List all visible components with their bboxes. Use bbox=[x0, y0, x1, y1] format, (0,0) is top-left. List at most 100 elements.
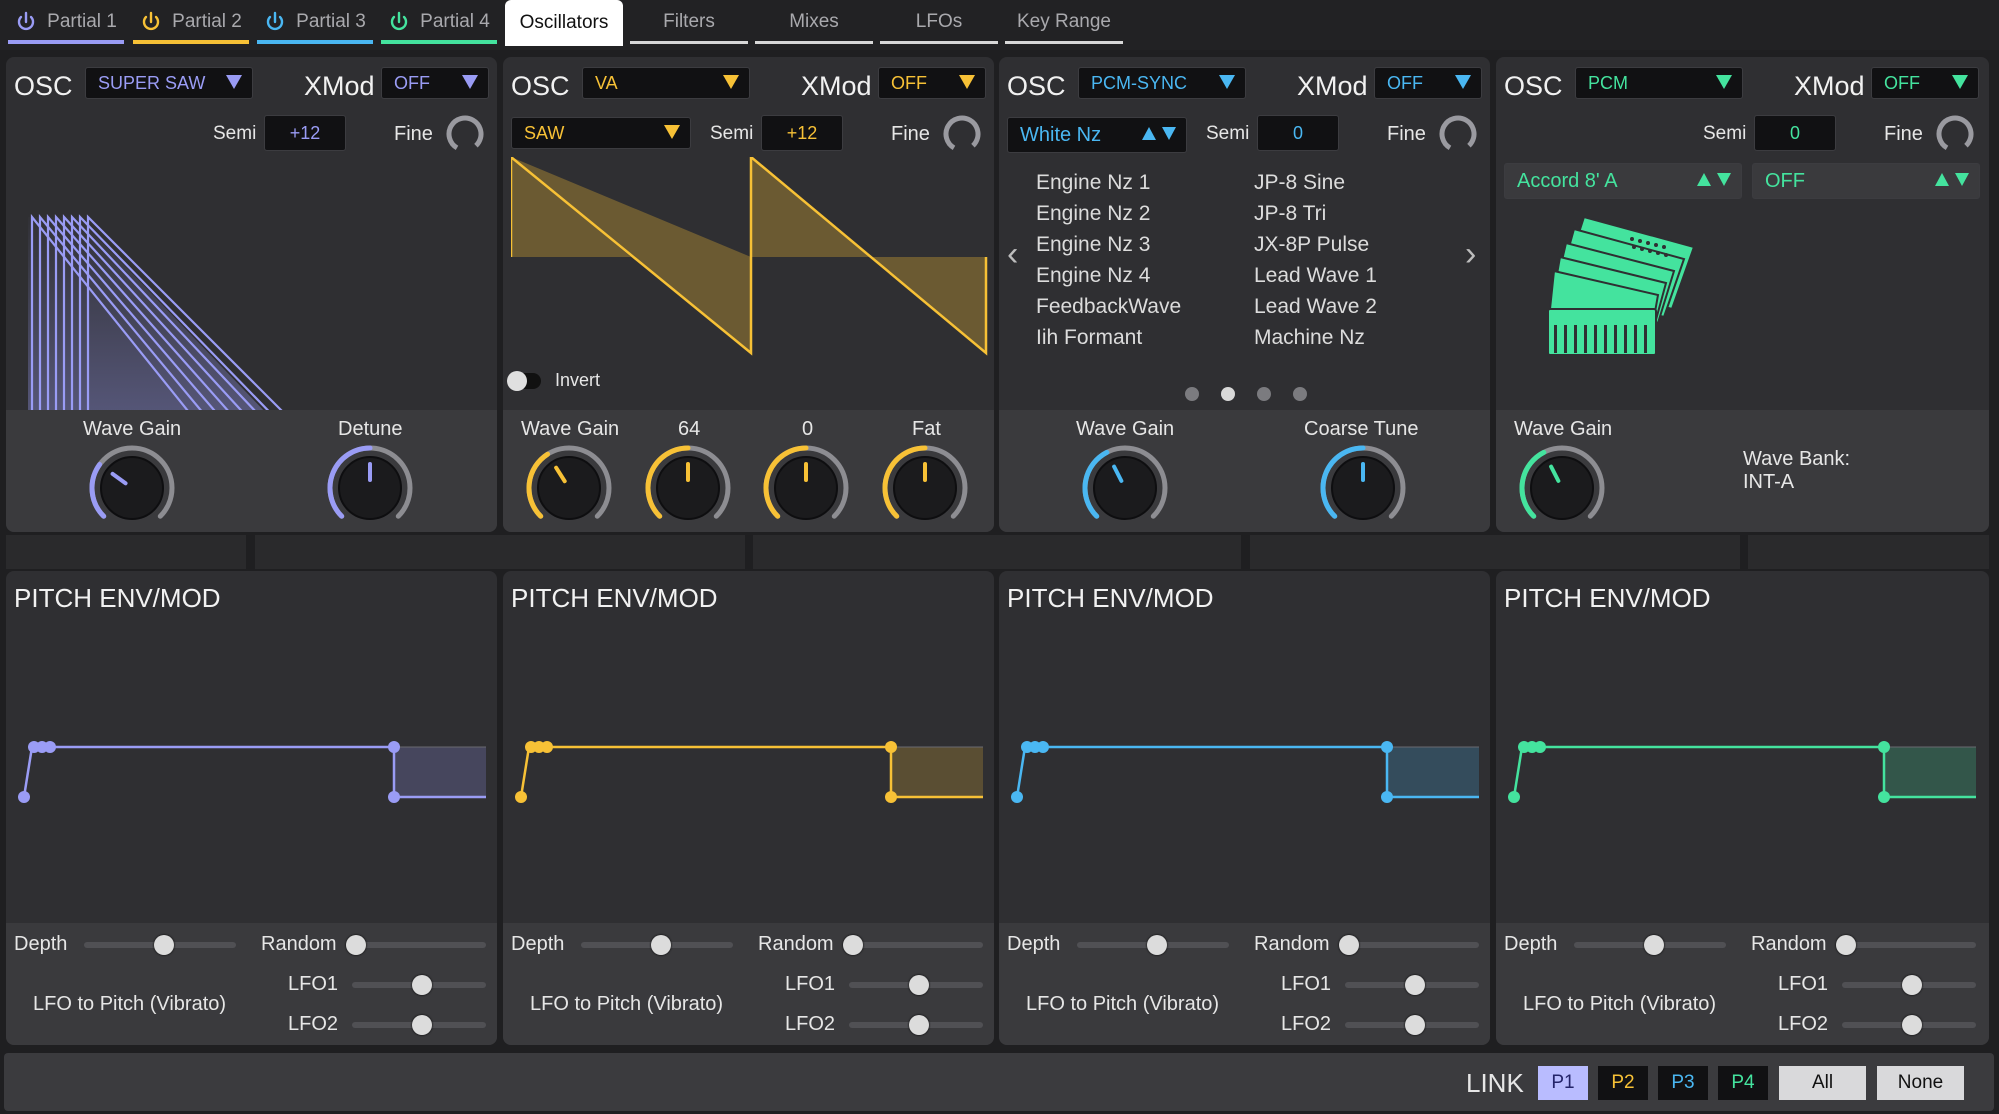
osc-type-dropdown[interactable]: PCM bbox=[1575, 67, 1743, 99]
slider-thumb[interactable] bbox=[346, 935, 366, 955]
osc-type-dropdown[interactable]: SUPER SAW bbox=[85, 67, 253, 99]
wave-item[interactable]: JX-8P Pulse bbox=[1254, 229, 1377, 260]
lfo1-slider[interactable] bbox=[849, 975, 983, 995]
tab-partial-1[interactable]: Partial 1 bbox=[8, 0, 124, 44]
pwm-knob[interactable] bbox=[640, 440, 736, 532]
slider-thumb[interactable] bbox=[650, 935, 671, 955]
tab-mixes[interactable]: Mixes bbox=[755, 0, 873, 44]
detune-knob[interactable] bbox=[322, 440, 418, 532]
semi-value[interactable]: +12 bbox=[264, 115, 346, 151]
power-icon[interactable] bbox=[15, 11, 37, 33]
page-dot[interactable] bbox=[1185, 387, 1199, 401]
xmod-dropdown[interactable]: OFF bbox=[381, 67, 489, 99]
slider-thumb[interactable] bbox=[153, 935, 174, 955]
pulse-width-knob[interactable] bbox=[758, 440, 854, 532]
link-p4-button[interactable]: P4 bbox=[1718, 1066, 1768, 1100]
slider-thumb[interactable] bbox=[1902, 1015, 1923, 1035]
slider-thumb[interactable] bbox=[909, 975, 930, 995]
depth-slider[interactable] bbox=[1077, 935, 1229, 955]
wave-item[interactable]: FeedbackWave bbox=[1036, 291, 1181, 322]
slider-thumb[interactable] bbox=[412, 975, 433, 995]
chevron-right-icon[interactable]: › bbox=[1465, 235, 1476, 274]
lfo2-slider[interactable] bbox=[1345, 1015, 1479, 1035]
tab-partial-3[interactable]: Partial 3 bbox=[257, 0, 373, 44]
wave-item[interactable]: Engine Nz 2 bbox=[1036, 198, 1181, 229]
semi-value[interactable]: 0 bbox=[1257, 115, 1339, 151]
slider-thumb[interactable] bbox=[1405, 1015, 1426, 1035]
fine-knob[interactable] bbox=[1438, 114, 1478, 154]
page-dot[interactable] bbox=[1293, 387, 1307, 401]
power-icon[interactable] bbox=[388, 11, 410, 33]
fine-knob[interactable] bbox=[1935, 114, 1975, 154]
depth-slider[interactable] bbox=[1574, 935, 1726, 955]
slider-thumb[interactable] bbox=[843, 935, 863, 955]
power-icon[interactable] bbox=[264, 11, 286, 33]
fine-knob[interactable] bbox=[942, 114, 982, 154]
tab-filters[interactable]: Filters bbox=[630, 0, 748, 44]
tab-key-range[interactable]: Key Range bbox=[1005, 0, 1123, 44]
slider-thumb[interactable] bbox=[1836, 935, 1856, 955]
link-none-button[interactable]: None bbox=[1877, 1066, 1964, 1100]
wave-b-select[interactable]: OFF bbox=[1752, 163, 1980, 199]
wave-down-icon[interactable] bbox=[1717, 173, 1731, 186]
wave-item[interactable]: JP-8 Sine bbox=[1254, 167, 1377, 198]
page-dot[interactable] bbox=[1257, 387, 1271, 401]
slider-thumb[interactable] bbox=[1405, 975, 1426, 995]
slider-thumb[interactable] bbox=[412, 1015, 433, 1035]
tab-lfos[interactable]: LFOs bbox=[880, 0, 998, 44]
lfo2-slider[interactable] bbox=[849, 1015, 983, 1035]
lfo1-slider[interactable] bbox=[1345, 975, 1479, 995]
random-slider[interactable] bbox=[1836, 935, 1976, 955]
semi-value[interactable]: +12 bbox=[761, 115, 843, 151]
wave-up-icon[interactable] bbox=[1935, 173, 1949, 186]
wave-item[interactable]: Engine Nz 4 bbox=[1036, 260, 1181, 291]
tab-oscillators[interactable]: Oscillators bbox=[505, 0, 623, 46]
wave-up-icon[interactable] bbox=[1697, 173, 1711, 186]
slider-thumb[interactable] bbox=[1902, 975, 1923, 995]
link-p3-button[interactable]: P3 bbox=[1658, 1066, 1708, 1100]
wave-item[interactable]: Lead Wave 1 bbox=[1254, 260, 1377, 291]
random-slider[interactable] bbox=[843, 935, 983, 955]
page-dot-active[interactable] bbox=[1221, 387, 1235, 401]
power-icon[interactable] bbox=[140, 11, 162, 33]
depth-slider[interactable] bbox=[84, 935, 236, 955]
wave-dropdown[interactable]: SAW bbox=[511, 117, 691, 149]
lfo1-slider[interactable] bbox=[1842, 975, 1976, 995]
wave-a-select[interactable]: Accord 8' A bbox=[1504, 163, 1742, 199]
slider-thumb[interactable] bbox=[909, 1015, 930, 1035]
wave-up-icon[interactable] bbox=[1142, 127, 1156, 140]
slider-thumb[interactable] bbox=[1146, 935, 1167, 955]
wave-item[interactable]: Engine Nz 1 bbox=[1036, 167, 1181, 198]
osc-type-dropdown[interactable]: VA bbox=[582, 67, 750, 99]
tab-partial-2[interactable]: Partial 2 bbox=[133, 0, 249, 44]
wave-item[interactable]: Lead Wave 2 bbox=[1254, 291, 1377, 322]
xmod-dropdown[interactable]: OFF bbox=[1871, 67, 1979, 99]
depth-slider[interactable] bbox=[581, 935, 733, 955]
wave-item[interactable]: Engine Nz 3 bbox=[1036, 229, 1181, 260]
fat-knob[interactable] bbox=[877, 440, 973, 532]
lfo1-slider[interactable] bbox=[352, 975, 486, 995]
link-p2-button[interactable]: P2 bbox=[1598, 1066, 1648, 1100]
wave-gain-knob[interactable] bbox=[1077, 440, 1173, 532]
chevron-left-icon[interactable]: ‹ bbox=[1007, 235, 1018, 274]
fine-knob[interactable] bbox=[445, 114, 485, 154]
xmod-dropdown[interactable]: OFF bbox=[1374, 67, 1482, 99]
wave-item[interactable]: JP-8 Tri bbox=[1254, 198, 1377, 229]
coarse-tune-knob[interactable] bbox=[1315, 440, 1411, 532]
slider-thumb[interactable] bbox=[1643, 935, 1664, 955]
random-slider[interactable] bbox=[1339, 935, 1479, 955]
wave-gain-knob[interactable] bbox=[84, 440, 180, 532]
lfo2-slider[interactable] bbox=[352, 1015, 486, 1035]
invert-toggle[interactable] bbox=[507, 371, 541, 391]
wave-down-icon[interactable] bbox=[1162, 127, 1176, 140]
tab-partial-4[interactable]: Partial 4 bbox=[381, 0, 497, 44]
wave-down-icon[interactable] bbox=[1955, 173, 1969, 186]
wave-select[interactable]: White Nz bbox=[1007, 117, 1187, 153]
wave-item[interactable]: Machine Nz bbox=[1254, 322, 1377, 353]
link-all-button[interactable]: All bbox=[1779, 1066, 1866, 1100]
lfo2-slider[interactable] bbox=[1842, 1015, 1976, 1035]
wave-gain-knob[interactable] bbox=[1514, 440, 1610, 532]
wave-gain-knob[interactable] bbox=[521, 440, 617, 532]
wave-item[interactable]: Iih Formant bbox=[1036, 322, 1181, 353]
osc-type-dropdown[interactable]: PCM-SYNC bbox=[1078, 67, 1246, 99]
